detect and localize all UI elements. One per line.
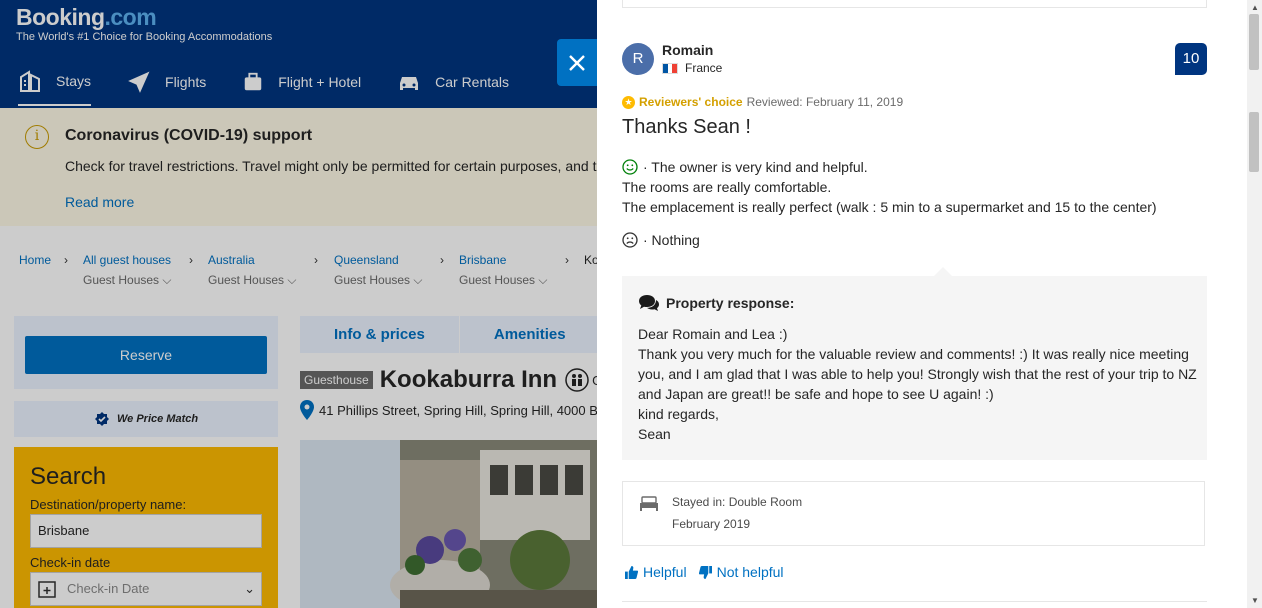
- star-icon: ★: [622, 95, 635, 109]
- avatar: R: [622, 43, 654, 75]
- reviewer-country: France: [662, 61, 722, 75]
- review-positive-line: · The owner is very kind and helpful.: [643, 159, 868, 175]
- response-line: Sean: [638, 426, 671, 442]
- reviewer-name: Romain: [662, 42, 714, 58]
- scrollbar-thumb[interactable]: [1249, 14, 1259, 70]
- property-response: Property response: Dear Romain and Lea :…: [622, 267, 1207, 460]
- reviewer-country-name: France: [685, 61, 723, 75]
- response-line: Thank you very much for the valuable rev…: [638, 346, 1197, 402]
- stayed-room: Stayed in: Double Room: [672, 495, 803, 509]
- review-positive-line: The rooms are really comfortable.: [622, 179, 832, 195]
- happy-face-icon: [622, 159, 638, 175]
- thumbs-down-icon: [698, 565, 712, 579]
- close-reviews-button[interactable]: [557, 39, 597, 86]
- scroll-up-arrow-icon[interactable]: ▲: [1251, 3, 1259, 12]
- france-flag-icon: [662, 62, 678, 74]
- property-response-body: Dear Romain and Lea :) Thank you very mu…: [638, 324, 1198, 444]
- helpful-label: Helpful: [643, 564, 687, 580]
- reviews-panel: R Romain France 10 ★ Reviewers' choice R…: [597, 0, 1262, 608]
- review-negative-text: · Nothing: [643, 232, 700, 248]
- review-date: Reviewed: February 11, 2019: [746, 95, 904, 109]
- helpful-button[interactable]: Helpful: [625, 564, 687, 580]
- review-negative: · Nothing: [622, 232, 700, 248]
- property-response-heading: Property response:: [638, 294, 794, 312]
- stay-date: February 2019: [672, 517, 751, 531]
- reviewers-choice-label: Reviewers' choice: [639, 95, 743, 109]
- review-positive: · The owner is very kind and helpful. Th…: [622, 157, 1157, 217]
- review-score: 10: [1175, 43, 1207, 75]
- review-votes: Helpful Not helpful: [625, 564, 796, 580]
- property-response-label: Property response:: [666, 295, 795, 311]
- close-icon: [569, 54, 585, 71]
- response-line: Dear Romain and Lea :): [638, 326, 788, 342]
- sad-face-icon: [622, 232, 638, 248]
- thumbs-up-icon: [625, 565, 638, 579]
- bed-icon: [640, 496, 658, 511]
- not-helpful-button[interactable]: Not helpful: [698, 564, 784, 580]
- scrollbar[interactable]: ▲ ▼: [1247, 0, 1262, 608]
- review-meta: ★ Reviewers' choice Reviewed: February 1…: [622, 95, 903, 109]
- stay-info: Stayed in: Double Room February 2019: [622, 481, 1205, 546]
- response-line: kind regards,: [638, 406, 719, 422]
- scrollbar-thumb-secondary[interactable]: [1249, 112, 1259, 172]
- review-divider: [622, 601, 1207, 602]
- review-positive-line: The emplacement is really perfect (walk …: [622, 199, 1157, 215]
- previous-review-card: [622, 0, 1207, 8]
- response-notch: [934, 267, 952, 276]
- scroll-down-arrow-icon[interactable]: ▼: [1251, 596, 1259, 605]
- chat-bubbles-icon: [639, 295, 659, 311]
- not-helpful-label: Not helpful: [716, 564, 784, 580]
- modal-overlay[interactable]: [0, 0, 597, 608]
- review-title: Thanks Sean !: [622, 116, 751, 138]
